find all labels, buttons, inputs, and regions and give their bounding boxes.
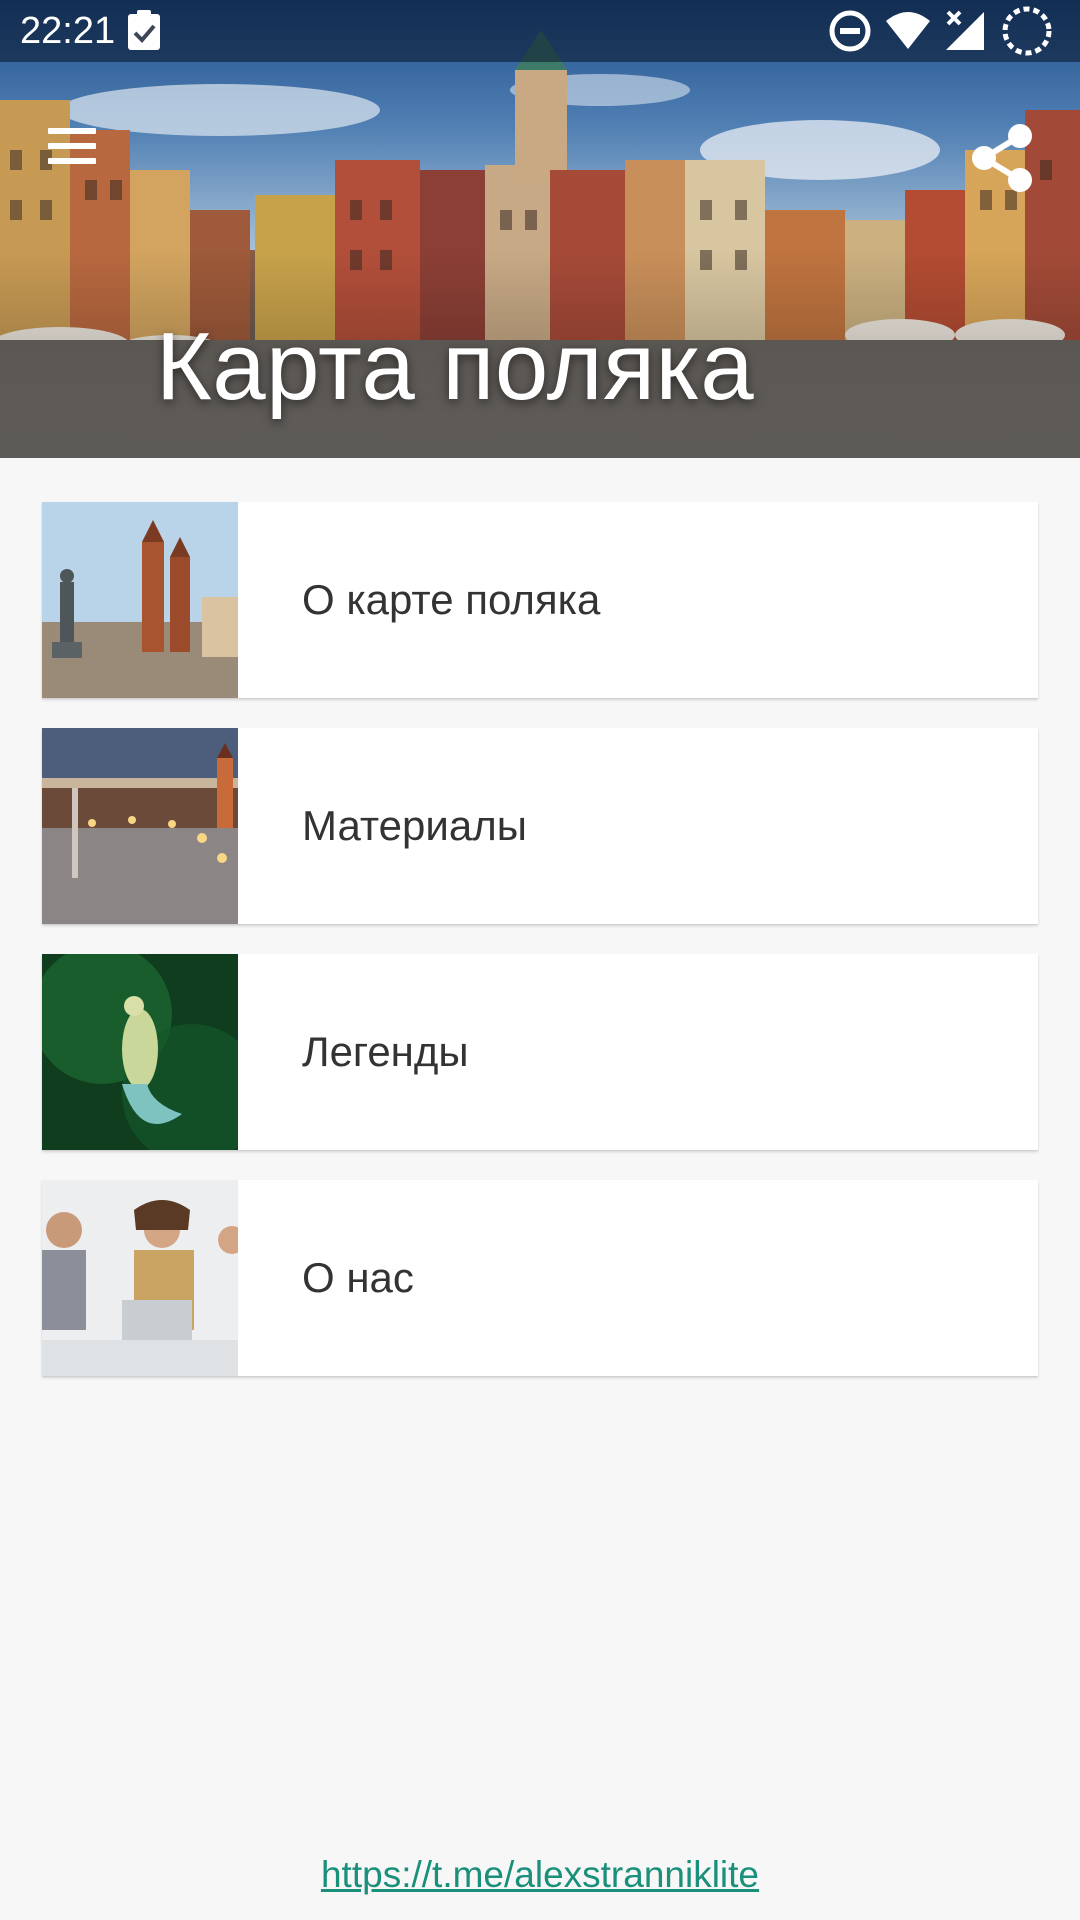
business-team-meeting-thumbnail (42, 1180, 238, 1376)
menu-item-legends-card[interactable]: Легенды (42, 954, 1038, 1150)
app-title: Карта поляка (155, 313, 755, 420)
menu-item-materials-label: Материалы (302, 802, 527, 849)
telegram-channel-link[interactable]: https://t.me/alexstranniklite (0, 1854, 1080, 1896)
status-time: 22:21 (20, 10, 116, 52)
menu-item-about-card[interactable]: О карте поляка (42, 502, 1038, 698)
share-icon[interactable] (964, 120, 1040, 196)
menu-item-legends-label: Легенды (302, 1028, 469, 1075)
menu-item-about-us-card[interactable]: О нас (42, 1180, 1038, 1376)
main-menu-list: О карте поляка Материалы Легенды О нас (42, 502, 1038, 1406)
header-banner: Карта поляка (0, 0, 1080, 458)
menu-item-about-us-label: О нас (302, 1254, 414, 1301)
clipboard-check-icon (124, 8, 164, 57)
loading-icon (1000, 4, 1054, 63)
do-not-disturb-icon (828, 9, 872, 58)
signal-off-icon (946, 10, 986, 57)
warsaw-old-town-evening-thumbnail (42, 728, 238, 924)
wifi-icon (884, 11, 932, 56)
krakow-market-square-thumbnail (42, 502, 238, 698)
mermaid-green-forest-thumbnail (42, 954, 238, 1150)
menu-item-materials-card[interactable]: Материалы (42, 728, 1038, 924)
status-bar: 22:21 (0, 0, 1080, 62)
hamburger-menu-icon[interactable] (40, 118, 104, 174)
menu-item-about-label: О карте поляка (302, 576, 601, 623)
